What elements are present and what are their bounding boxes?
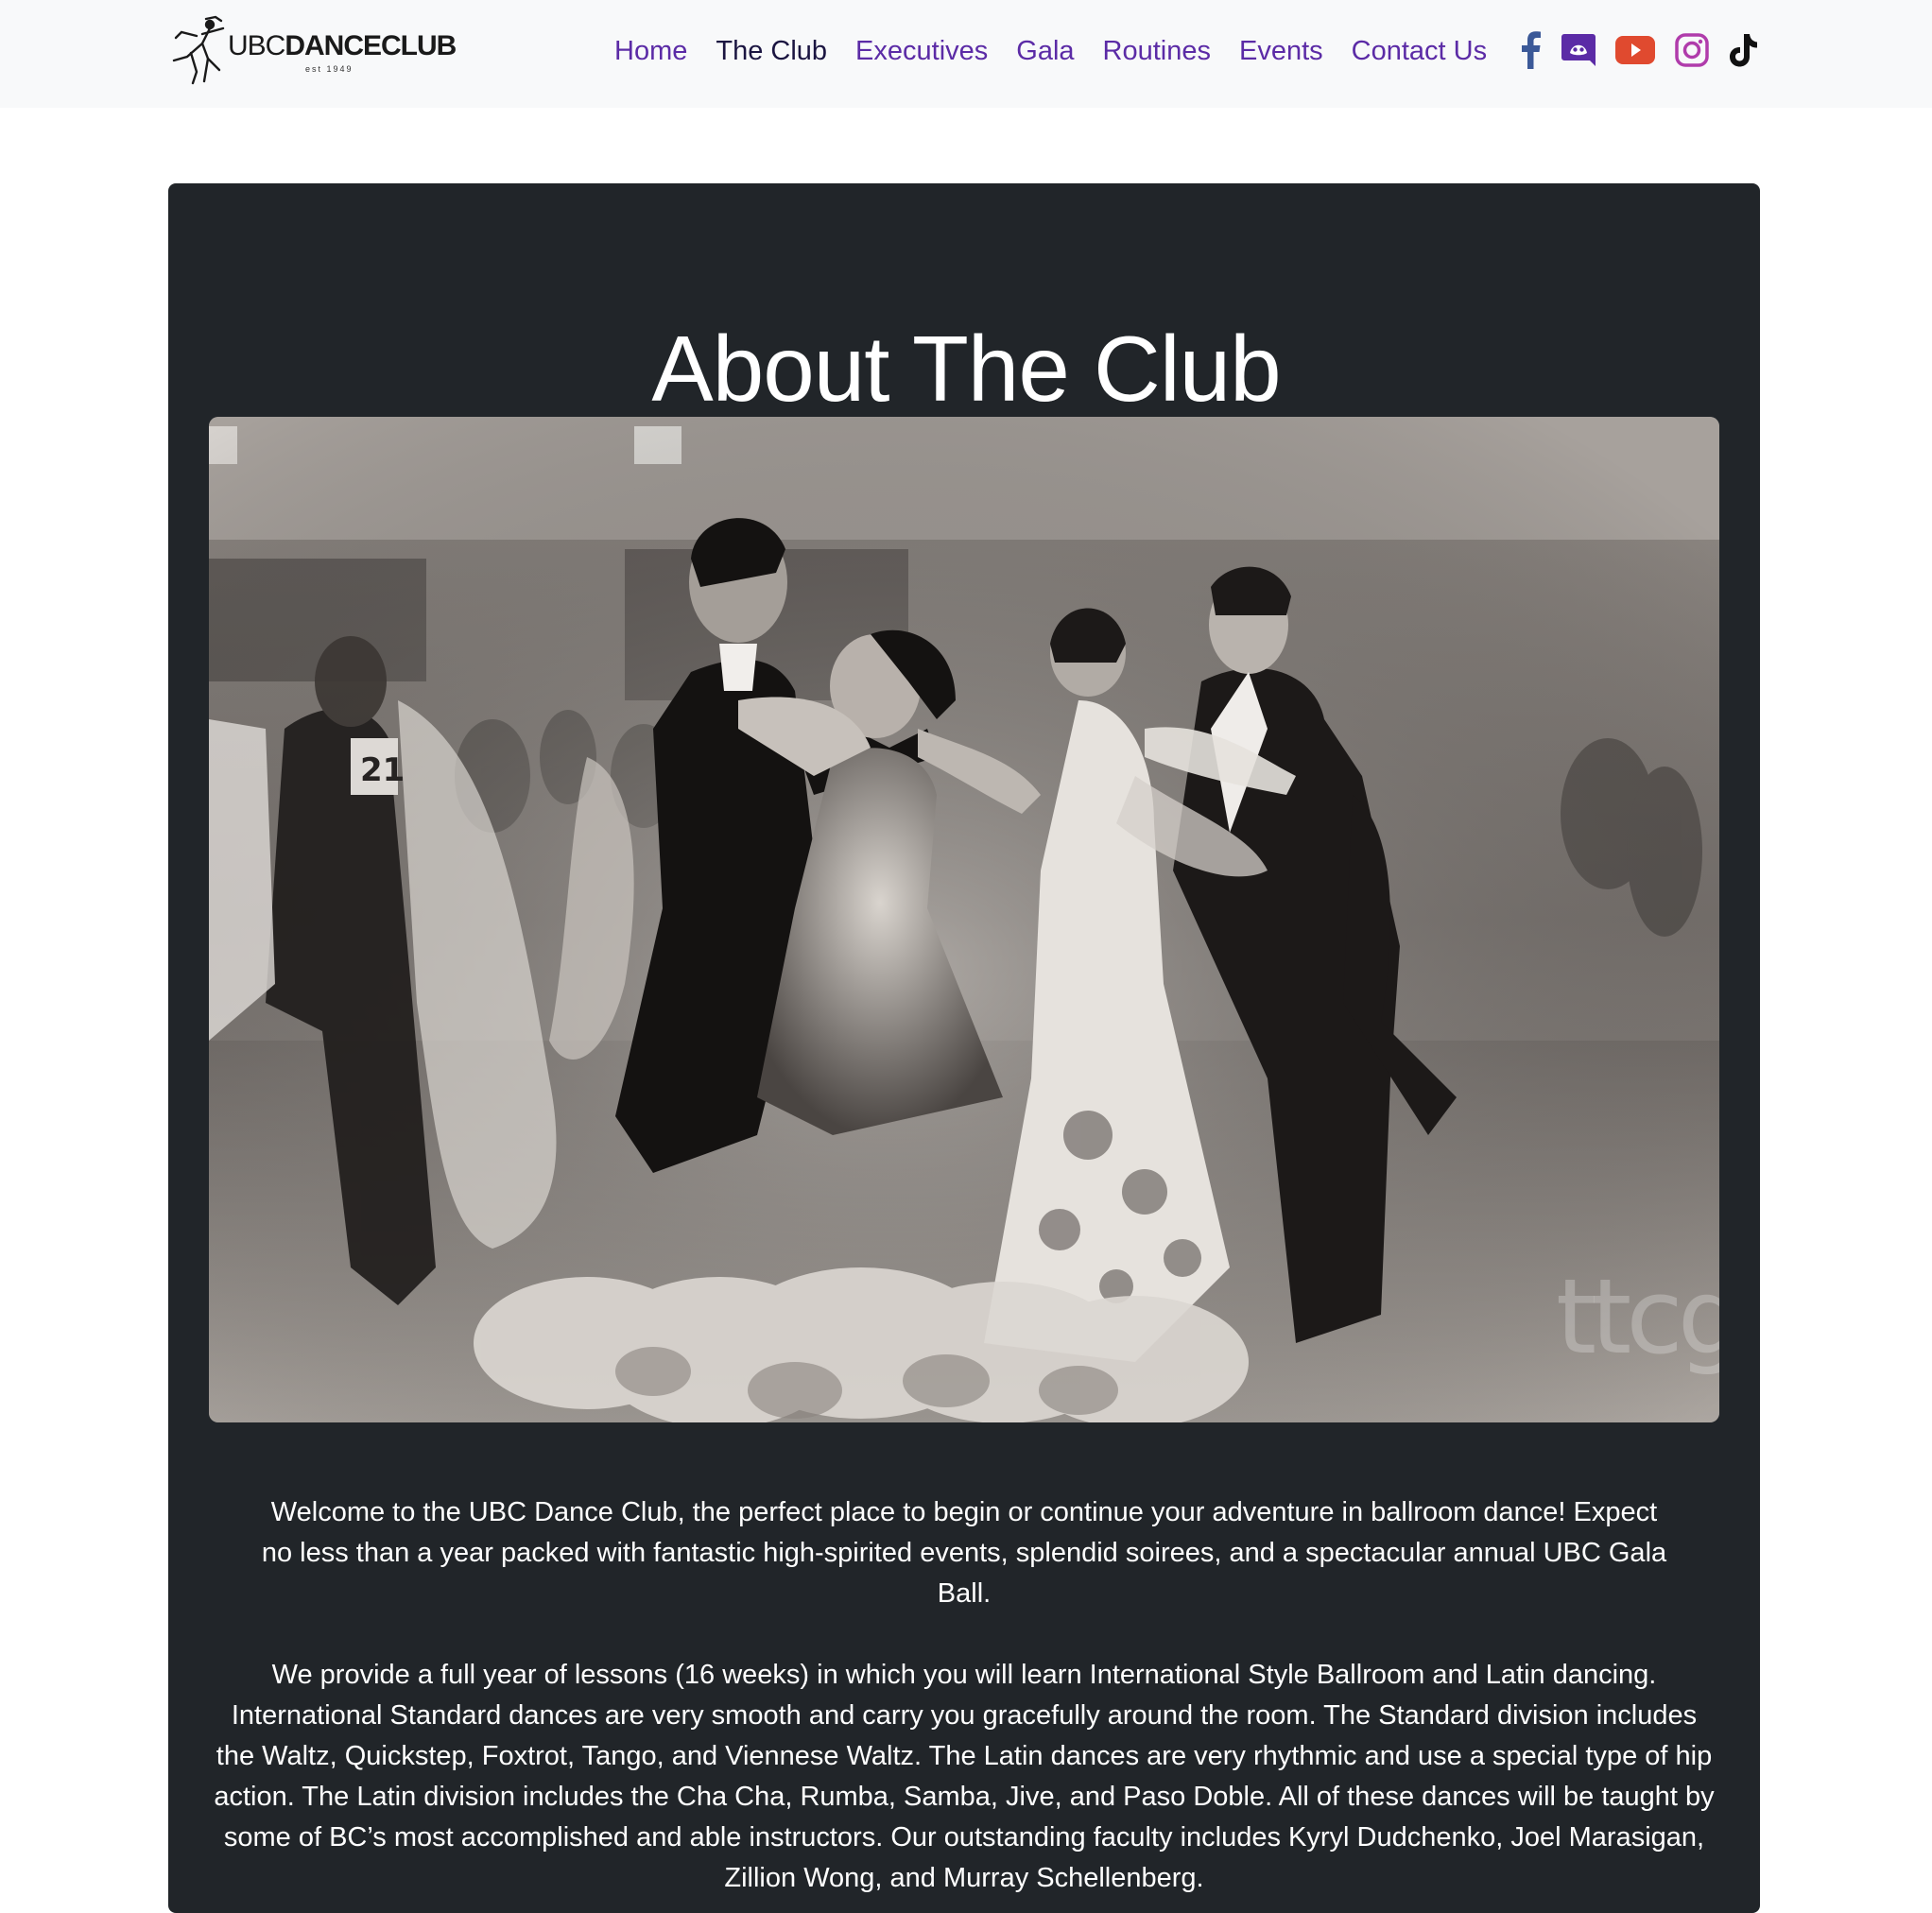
discord-icon[interactable] — [1560, 28, 1597, 72]
bib-number: 21 — [360, 751, 405, 789]
main-nav: Home The Club Executives Gala Routines E… — [614, 26, 1515, 76]
nav-gala[interactable]: Gala — [1016, 36, 1074, 67]
intro-paragraph: Welcome to the UBC Dance Club, the perfe… — [261, 1497, 1667, 1609]
instagram-icon[interactable] — [1673, 28, 1711, 72]
lessons-paragraph: We provide a full year of lessons (16 we… — [214, 1660, 1715, 1893]
youtube-icon[interactable] — [1614, 28, 1656, 72]
facebook-icon[interactable] — [1514, 28, 1546, 72]
photo-watermark: ttcg — [1556, 1256, 1719, 1377]
page-title: About The Club — [651, 316, 1281, 421]
nav-events[interactable]: Events — [1239, 36, 1323, 67]
ballroom-photo: 21 ttcg — [209, 417, 1719, 1422]
nav-contact-us[interactable]: Contact Us — [1352, 36, 1487, 67]
navbar: UBCDANCECLUB est 1949 Home The Club Exec… — [0, 0, 1932, 108]
nav-executives[interactable]: Executives — [855, 36, 988, 67]
dancer-silhouette-icon — [172, 15, 225, 85]
tiktok-icon[interactable] — [1726, 28, 1760, 72]
club-logo[interactable]: UBCDANCECLUB est 1949 — [168, 15, 457, 85]
logo-wordmark: UBCDANCECLUB — [228, 30, 457, 61]
logo-est: est 1949 — [305, 64, 354, 74]
nav-home[interactable]: Home — [614, 36, 687, 67]
nav-routines[interactable]: Routines — [1103, 36, 1211, 67]
nav-the-club[interactable]: The Club — [716, 36, 827, 67]
